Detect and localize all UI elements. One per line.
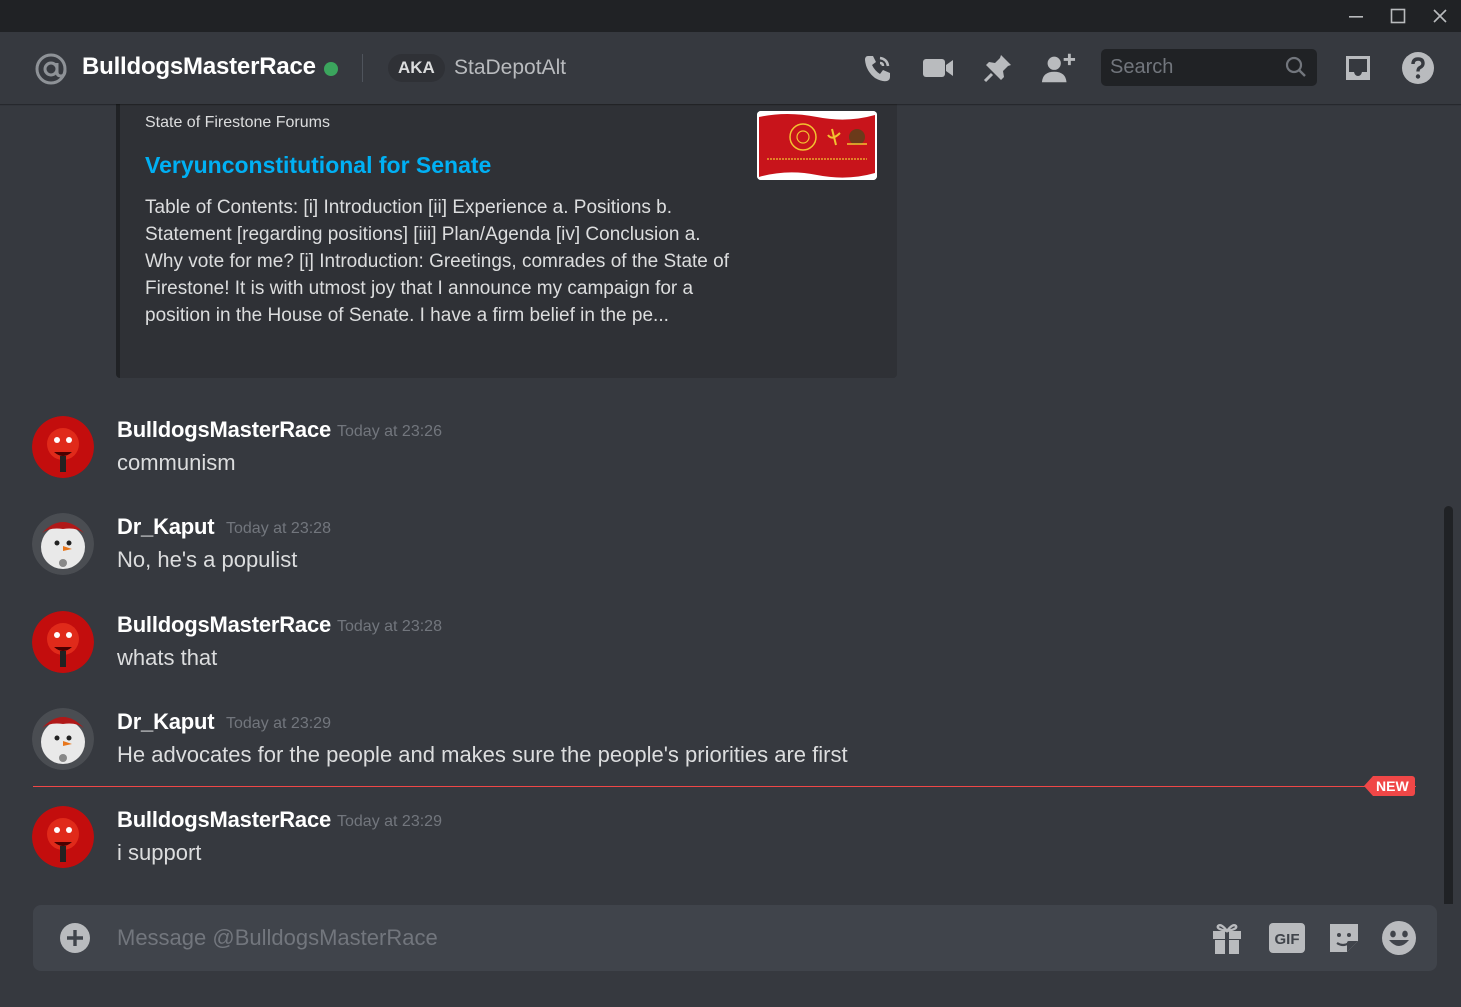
start-video-call-icon[interactable] — [920, 50, 956, 86]
close-icon[interactable] — [1419, 0, 1461, 32]
window-titlebar — [0, 0, 1461, 32]
inbox-icon[interactable] — [1340, 50, 1376, 86]
avatar[interactable] — [32, 513, 94, 575]
header-divider — [362, 54, 363, 82]
red-flag-image — [757, 111, 877, 180]
message-list[interactable]: State of Firestone Forums Veryunconstitu… — [0, 104, 1461, 904]
search-input[interactable] — [1101, 49, 1281, 86]
avatar[interactable] — [32, 708, 94, 770]
message-item[interactable]: BulldogsMasterRace Today at 23:28 whats … — [0, 611, 1400, 681]
message-author[interactable]: BulldogsMasterRace — [117, 611, 331, 639]
link-embed: State of Firestone Forums Veryunconstitu… — [116, 104, 897, 378]
message-author[interactable]: BulldogsMasterRace — [117, 416, 331, 444]
help-icon[interactable] — [1400, 50, 1436, 86]
search-box[interactable] — [1101, 49, 1317, 86]
gift-icon[interactable] — [1208, 919, 1246, 957]
message-timestamp: Today at 23:26 — [337, 423, 442, 440]
new-messages-label: NEW — [1373, 776, 1415, 796]
sticker-icon[interactable] — [1325, 919, 1363, 957]
message-input[interactable] — [117, 905, 1197, 971]
message-author[interactable]: BulldogsMasterRace — [117, 806, 331, 834]
message-timestamp: Today at 23:29 — [337, 813, 442, 830]
channel-header: BulldogsMasterRace AKA StaDepotAlt — [0, 32, 1461, 104]
message-item[interactable]: Dr_Kaput Today at 23:29 He advocates for… — [0, 708, 1400, 778]
gif-icon[interactable]: GIF — [1268, 919, 1306, 957]
add-friends-to-dm-icon[interactable] — [1040, 50, 1076, 86]
avatar[interactable] — [32, 806, 94, 868]
message-timestamp: Today at 23:28 — [226, 520, 331, 537]
message-content: communism — [117, 450, 236, 475]
maximize-icon[interactable] — [1377, 0, 1419, 32]
message-content: whats that — [117, 645, 218, 670]
avatar[interactable] — [32, 611, 94, 673]
at-sign-icon — [35, 53, 67, 85]
embed-title-link[interactable]: Veryunconstitutional for Senate — [145, 150, 491, 180]
minimize-icon[interactable] — [1335, 0, 1377, 32]
message-item[interactable]: BulldogsMasterRace Today at 23:26 commun… — [0, 416, 1400, 486]
message-content: No, he's a populist — [117, 547, 298, 572]
svg-text:GIF: GIF — [1275, 931, 1300, 948]
avatar[interactable] — [32, 416, 94, 478]
message-timestamp: Today at 23:29 — [226, 715, 331, 732]
embed-description: Table of Contents: [i] Introduction [ii]… — [145, 197, 729, 326]
upload-plus-icon[interactable] — [59, 922, 91, 954]
online-status-indicator — [324, 62, 338, 76]
message-composer: GIF — [33, 905, 1437, 971]
dm-recipient-name: BulldogsMasterRace — [82, 53, 316, 80]
new-messages-divider — [33, 786, 1416, 787]
aka-name: StaDepotAlt — [454, 56, 567, 79]
scrollbar-thumb[interactable] — [1444, 506, 1453, 904]
embed-provider: State of Firestone Forums — [145, 114, 330, 131]
message-content: He advocates for the people and makes su… — [117, 742, 848, 767]
message-item[interactable]: BulldogsMasterRace Today at 23:29 i supp… — [0, 806, 1400, 876]
message-author[interactable]: Dr_Kaput — [117, 513, 215, 541]
message-timestamp: Today at 23:28 — [337, 618, 442, 635]
embed-thumbnail[interactable] — [757, 111, 877, 180]
aka-badge: AKA — [388, 54, 445, 82]
message-content: i support — [117, 840, 202, 865]
search-icon — [1285, 56, 1306, 77]
pinned-messages-icon[interactable] — [980, 50, 1016, 86]
message-author[interactable]: Dr_Kaput — [117, 708, 215, 736]
message-item[interactable]: Dr_Kaput Today at 23:28 No, he's a popul… — [0, 513, 1400, 583]
new-messages-badge: NEW — [1364, 776, 1415, 796]
emoji-icon[interactable] — [1380, 919, 1418, 957]
start-voice-call-icon[interactable] — [860, 50, 896, 86]
